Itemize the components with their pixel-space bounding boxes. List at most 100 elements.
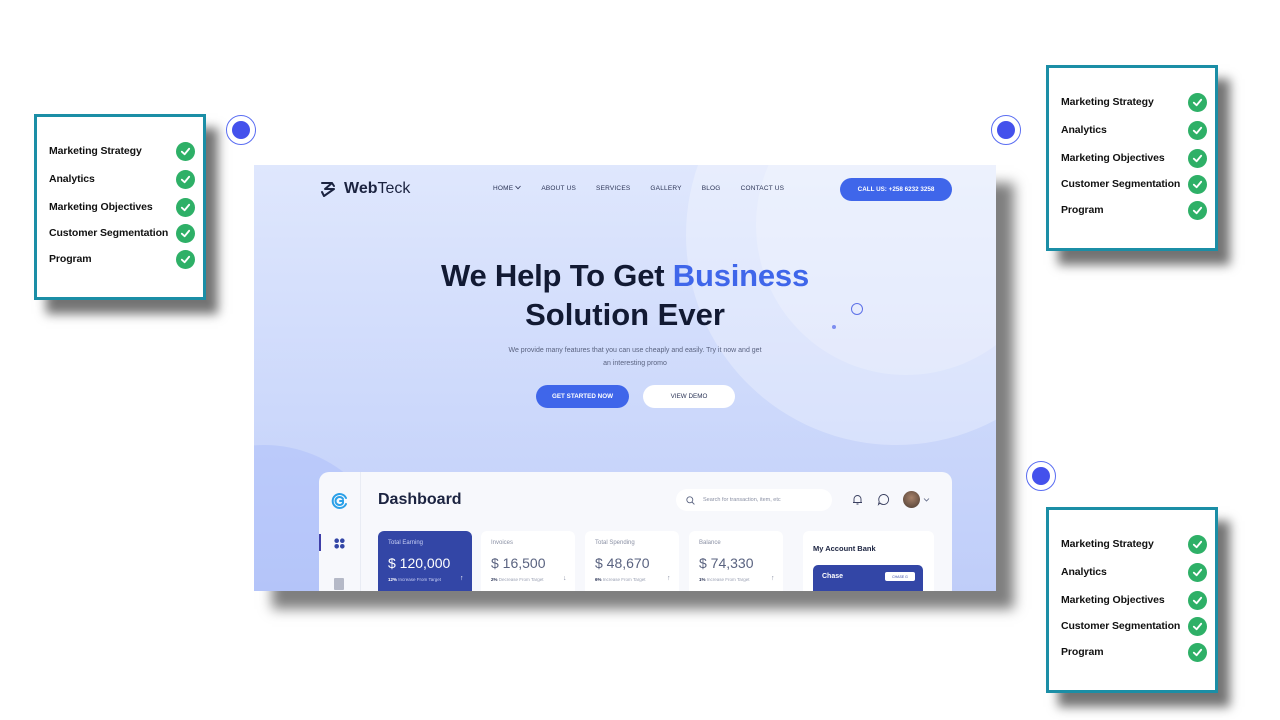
app-logo-icon xyxy=(331,493,347,509)
document-icon[interactable] xyxy=(334,578,344,590)
chevron-down-icon[interactable] xyxy=(923,496,930,503)
checklist-item: Program xyxy=(1061,641,1207,663)
checklist-card-bottom-right: Marketing Strategy Analytics Marketing O… xyxy=(1046,507,1218,693)
stat-card-total-spending[interactable]: Total Spending $ 48,670 6% Increase From… xyxy=(585,531,679,591)
view-demo-button[interactable]: VIEW DEMO xyxy=(643,385,735,408)
checklist-item: Program xyxy=(1061,199,1207,221)
checklist-item-label: Customer Segmentation xyxy=(49,227,169,239)
search-input[interactable]: Search for transaction, item, etc xyxy=(676,489,832,511)
check-icon xyxy=(1188,642,1207,662)
checklist-item: Marketing Strategy xyxy=(1061,91,1207,113)
search-icon xyxy=(686,495,695,505)
decorative-dot xyxy=(991,115,1021,145)
stat-title: Invoices xyxy=(491,540,514,546)
hero-title-line2: Solution Ever xyxy=(525,297,725,332)
checklist-item-label: Marketing Objectives xyxy=(49,201,153,213)
stat-value: $ 48,670 xyxy=(595,555,650,571)
checklist-item-label: Customer Segmentation xyxy=(1061,178,1181,190)
checklist-item-label: Program xyxy=(1061,204,1104,216)
stat-card-total-earning[interactable]: Total Earning $ 120,000 12% Increase Fro… xyxy=(378,531,472,591)
checklist-item: Customer Segmentation xyxy=(49,222,195,244)
stat-meta: 2% Decrease From Target xyxy=(491,577,544,582)
stat-title: Total Spending xyxy=(595,540,635,546)
site-logo[interactable]: WebTeck xyxy=(318,179,410,199)
checklist-item: Marketing Objectives xyxy=(49,196,195,218)
nav-gallery[interactable]: GALLERY xyxy=(650,185,681,192)
bank-card[interactable]: Chase CHASE G xyxy=(813,565,923,591)
stat-meta: 1% Increase From Target xyxy=(699,577,750,582)
decorative-dot xyxy=(226,115,256,145)
checklist-item-label: Program xyxy=(49,253,92,265)
arrow-up-icon: ↑ xyxy=(460,575,464,582)
bank-card-button[interactable]: CHASE G xyxy=(885,572,915,581)
check-icon xyxy=(1188,120,1207,140)
checklist-item: Marketing Objectives xyxy=(1061,147,1207,169)
main-nav: HOME ABOUT US SERVICES GALLERY BLOG CONT… xyxy=(493,185,784,192)
checklist-item: Analytics xyxy=(1061,561,1207,583)
checklist-card-top-right: Marketing Strategy Analytics Marketing O… xyxy=(1046,65,1218,251)
check-icon xyxy=(1188,616,1207,636)
stat-value: $ 16,500 xyxy=(491,555,546,571)
stat-meta: 6% Increase From Target xyxy=(595,577,646,582)
get-started-button[interactable]: GET STARTED NOW xyxy=(536,385,629,408)
bank-card-name: Chase xyxy=(822,573,844,580)
arrow-down-icon: ↓ xyxy=(563,575,567,582)
checklist-item-label: Marketing Strategy xyxy=(49,145,142,157)
arrow-up-icon: ↑ xyxy=(771,575,775,582)
check-icon xyxy=(1188,590,1207,610)
checklist-card-left: Marketing Strategy Analytics Marketing O… xyxy=(34,114,206,300)
check-icon xyxy=(1188,174,1207,194)
checklist-item-label: Analytics xyxy=(1061,566,1107,578)
stat-card-balance[interactable]: Balance $ 74,330 1% Increase From Target… xyxy=(689,531,783,591)
dashboard-sidebar xyxy=(319,472,361,591)
stat-meta: 12% Increase From Target xyxy=(388,577,441,582)
nav-home[interactable]: HOME xyxy=(493,185,522,192)
bell-icon[interactable] xyxy=(851,493,864,506)
checklist-item: Marketing Strategy xyxy=(49,140,195,162)
checklist-item-label: Analytics xyxy=(1061,124,1107,136)
nav-contact-us[interactable]: CONTACT US xyxy=(741,185,785,192)
nav-services[interactable]: SERVICES xyxy=(596,185,630,192)
check-icon xyxy=(176,169,195,189)
check-icon xyxy=(176,197,195,217)
check-icon xyxy=(176,249,195,269)
checklist-item: Program xyxy=(49,248,195,270)
hero-subtitle: We provide many features that you can us… xyxy=(508,347,762,367)
checklist-item: Marketing Strategy xyxy=(1061,533,1207,555)
search-placeholder: Search for transaction, item, etc xyxy=(703,497,781,503)
checklist-item-label: Customer Segmentation xyxy=(1061,620,1181,632)
checklist-item: Analytics xyxy=(1061,119,1207,141)
dashboard-title: Dashboard xyxy=(378,491,462,508)
stat-card-invoices[interactable]: Invoices $ 16,500 2% Decrease From Targe… xyxy=(481,531,575,591)
stat-title: Balance xyxy=(699,540,721,546)
grid-icon[interactable] xyxy=(334,538,345,549)
checklist-item: Analytics xyxy=(49,168,195,190)
checklist-item-label: Marketing Strategy xyxy=(1061,538,1154,550)
account-bank-card: My Account Bank Chase CHASE G xyxy=(803,531,934,591)
nav-about-us[interactable]: ABOUT US xyxy=(541,185,576,192)
call-us-button[interactable]: CALL US: +258 6232 3258 xyxy=(840,178,952,201)
decorative-dot xyxy=(1026,461,1056,491)
active-indicator xyxy=(319,534,321,551)
checklist-item: Marketing Objectives xyxy=(1061,589,1207,611)
bank-title: My Account Bank xyxy=(813,544,876,553)
check-icon xyxy=(1188,562,1207,582)
website-preview: WebTeck HOME ABOUT US SERVICES GALLERY B… xyxy=(254,165,996,591)
logo-icon xyxy=(321,182,335,197)
hero-title-line1: We Help To Get Business xyxy=(440,258,810,293)
checklist-item-label: Marketing Objectives xyxy=(1061,594,1165,606)
stat-title: Total Earning xyxy=(388,540,424,546)
chevron-down-icon xyxy=(515,185,522,190)
logo-text: Teck xyxy=(377,180,411,197)
checklist-item-label: Program xyxy=(1061,646,1104,658)
checklist-item-label: Marketing Objectives xyxy=(1061,152,1165,164)
checklist-item-label: Analytics xyxy=(49,173,95,185)
stat-value: $ 120,000 xyxy=(388,555,451,571)
nav-blog[interactable]: BLOG xyxy=(702,185,721,192)
checklist-item: Customer Segmentation xyxy=(1061,173,1207,195)
chat-icon[interactable] xyxy=(877,493,890,506)
check-icon xyxy=(1188,92,1207,112)
arrow-up-icon: ↑ xyxy=(667,575,671,582)
check-icon xyxy=(1188,148,1207,168)
avatar[interactable] xyxy=(903,491,920,508)
